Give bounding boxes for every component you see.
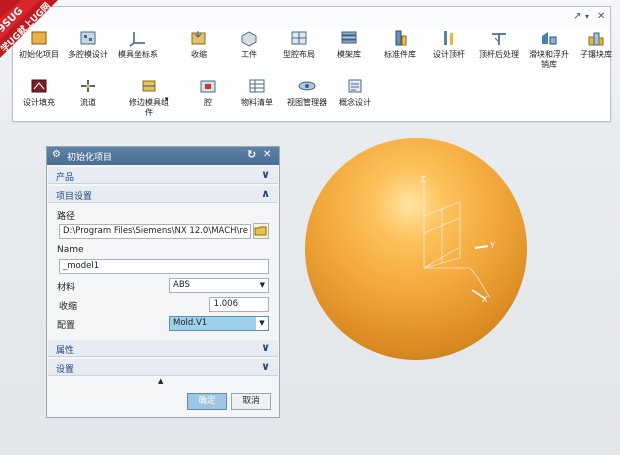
toolbar-header: ↗ ▾ ✕ [13,7,610,27]
chevron-down-icon: ∨ [261,341,270,354]
chevron-down-icon: ∨ [261,360,270,373]
concept-design-icon [348,79,362,93]
config-select[interactable]: Mold.V1 ▼ [169,316,269,331]
cavity-layout-icon [291,31,307,45]
config-label: 配置 [57,321,76,331]
path-input[interactable]: D:\Program Files\Siemens\NX 12.0\MACH\re [59,224,251,239]
reset-icon[interactable]: ↻ [247,148,256,161]
view-manager-icon [298,81,316,91]
section-title: 属性 [56,346,75,356]
init-project-dialog: ⚙ 初始化项目 ↻ ✕ 产品 ∨ 项目设置 ∧ 路径 D:\Program Fi… [46,146,280,418]
config-value: Mold.V1 [173,318,208,328]
mold-csys-icon [129,32,145,47]
material-select[interactable]: ABS ▼ [169,278,269,293]
pocket-icon [200,80,216,93]
tool-concept-design[interactable]: 概念设计 [325,77,385,108]
cancel-button[interactable]: 取消 [231,393,271,410]
tool-label: 修边模具组 [129,98,169,107]
dropdown-arrow-icon: ▼ [256,317,268,330]
chevron-up-icon: ∧ [261,187,270,200]
trim-tool-more-icon[interactable]: ▾ [165,95,169,103]
watermark-logo: 9SUG 学UG就上UG网 [0,0,58,58]
shrink-label: 收缩 [59,302,78,312]
material-value: ABS [173,280,190,290]
ok-button[interactable]: 确定 [187,393,227,410]
ejector-pin-icon [444,31,453,45]
section-title: 产品 [56,173,75,183]
workpiece-icon [241,31,257,47]
ejector-post-icon [492,33,506,45]
path-label: 路径 [57,212,76,222]
bom-icon [249,79,265,93]
shrink-icon [191,31,206,45]
axis-label-z: Z [420,175,426,184]
toolbar-dropdown-icon[interactable]: ▾ [585,11,589,23]
slider-lifter-icon [542,32,557,45]
dialog-titlebar[interactable]: ⚙ 初始化项目 ↻ ✕ [47,147,279,165]
tool-trim-tool[interactable]: 修边模具组 件 [119,77,179,118]
name-input[interactable]: _model1 [59,259,269,274]
material-label: 材料 [57,283,76,293]
section-title: 设置 [56,365,75,375]
folder-icon [254,226,267,236]
tool-label: 子镶块库 [580,50,612,59]
standard-part-icon [395,30,407,46]
section-project-settings[interactable]: 项目设置 ∧ [48,186,278,203]
tool-label: 模具坐标系 [118,50,158,59]
sub-insert-icon [588,32,604,46]
tool-runner[interactable]: 流道 [58,77,118,108]
section-settings[interactable]: 设置 ∨ [48,359,278,376]
tool-sublabel: 销库 [541,60,557,69]
expand-more-icon[interactable]: ▲ [158,377,163,385]
name-label: Name [57,245,84,255]
tool-sub-insert[interactable]: 子镶块库 [566,29,620,60]
fill-design-icon [31,79,47,93]
dialog-title: 初始化项目 [67,153,113,163]
section-title: 项目设置 [56,192,93,202]
dialog-close-icon[interactable]: ✕ [263,149,271,160]
browse-folder-button[interactable] [253,223,269,239]
pin-icon[interactable]: ↗ [573,11,581,23]
tool-label: 流道 [80,98,96,107]
shrink-input[interactable]: 1.006 [209,297,269,312]
settings-gear-icon: ⚙ [52,149,61,160]
runner-icon [81,80,95,92]
mold-csys-triad: Z Y X [420,175,495,304]
axis-label-x: X [482,295,488,304]
mold-wizard-toolbar: ↗ ▾ ✕ 初始化项目 多腔模设计 模具坐标系 收缩 工件 型腔布局 模架库 标… [12,6,612,122]
section-product[interactable]: 产品 ∨ [48,167,278,184]
dropdown-arrow-icon: ▼ [259,281,265,289]
section-properties[interactable]: 属性 ∨ [48,340,278,357]
chevron-down-icon: ∨ [261,168,270,181]
trim-tool-icon [142,80,156,92]
mold-base-icon [341,31,357,44]
tool-label: 概念设计 [339,98,371,107]
axis-label-y: Y [489,241,495,250]
tool-sublabel: 件 [145,108,153,117]
toolbar-close-icon[interactable]: ✕ [597,11,605,23]
tool-mold-csys[interactable]: 模具坐标系 [108,29,168,60]
